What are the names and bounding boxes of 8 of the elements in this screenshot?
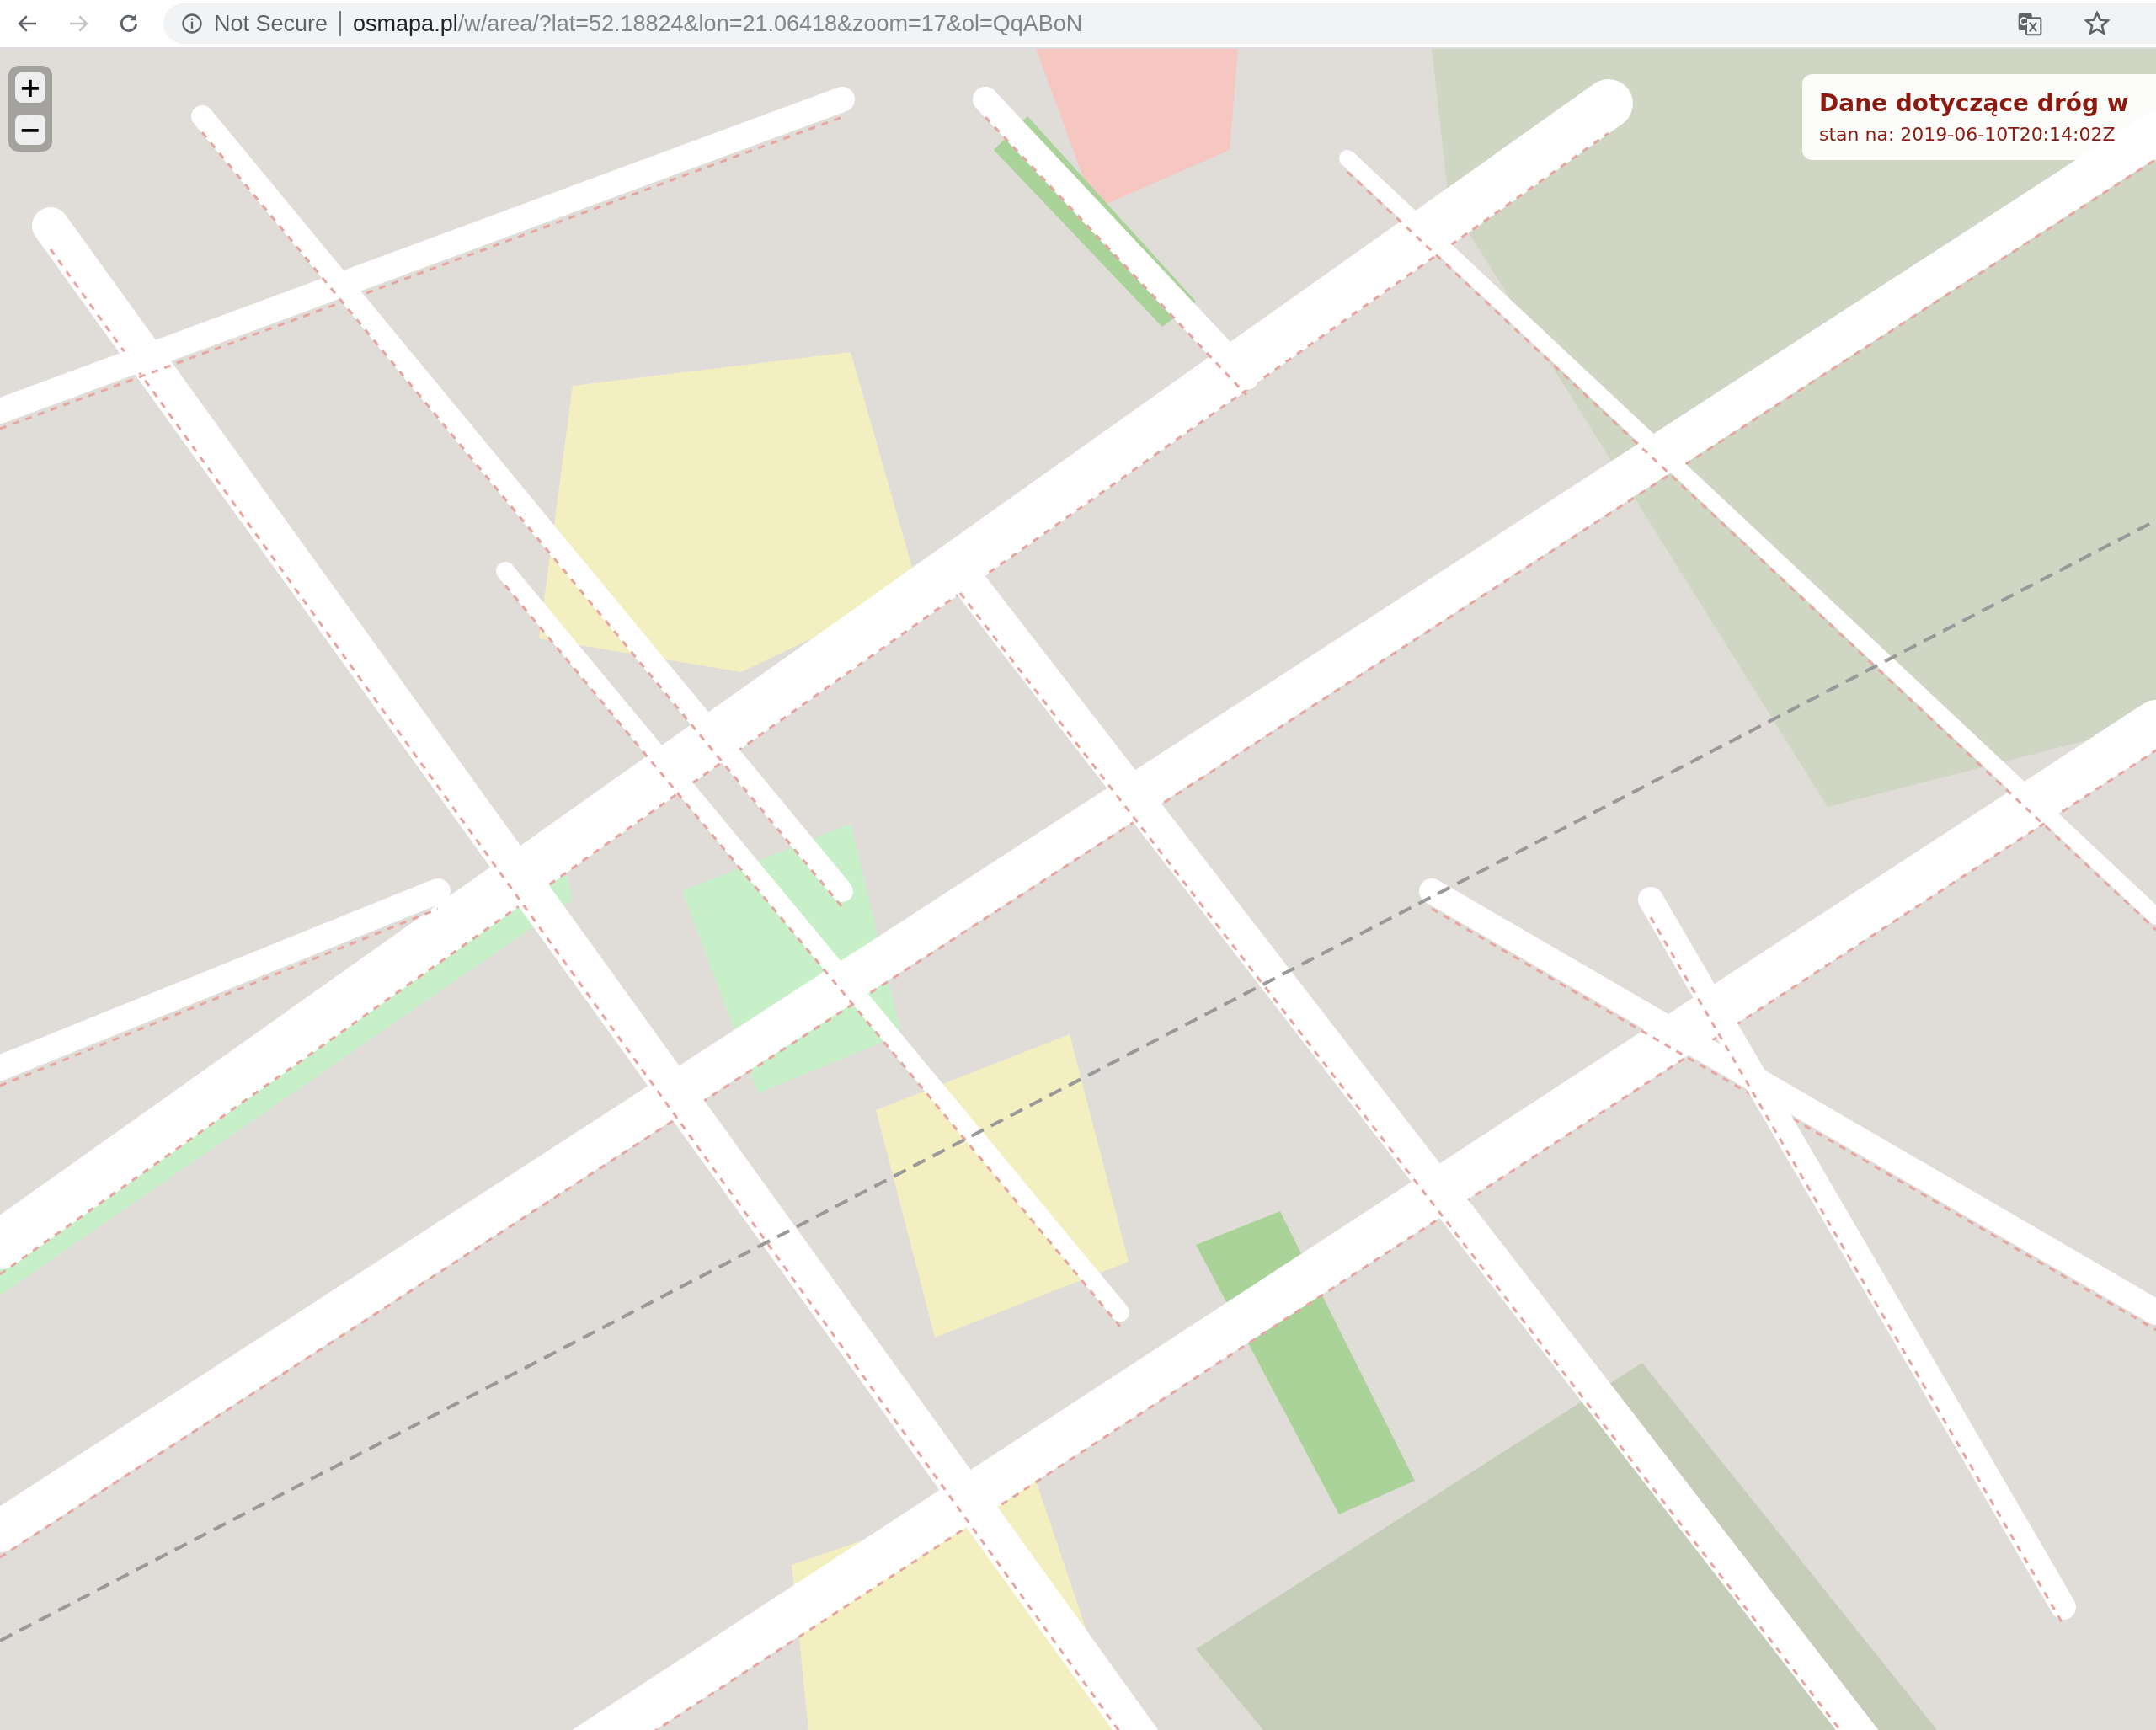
info-icon[interactable]: [180, 12, 204, 35]
panel-timestamp: stan na: 2019-06-10T20:14:02Z: [1819, 124, 2116, 145]
panel-title: Dane dotyczące dróg w: [1819, 89, 2130, 117]
zoom-in-button[interactable]: +: [15, 72, 45, 103]
zoom-out-button[interactable]: −: [15, 115, 45, 145]
star-icon[interactable]: [2084, 10, 2111, 37]
address-field[interactable]: osmapa.pl/w/area/?lat=52.18824&lon=21.06418&zoom=17&ol=QqABoN: [353, 10, 1083, 37]
security-label[interactable]: Not Secure: [214, 10, 328, 37]
